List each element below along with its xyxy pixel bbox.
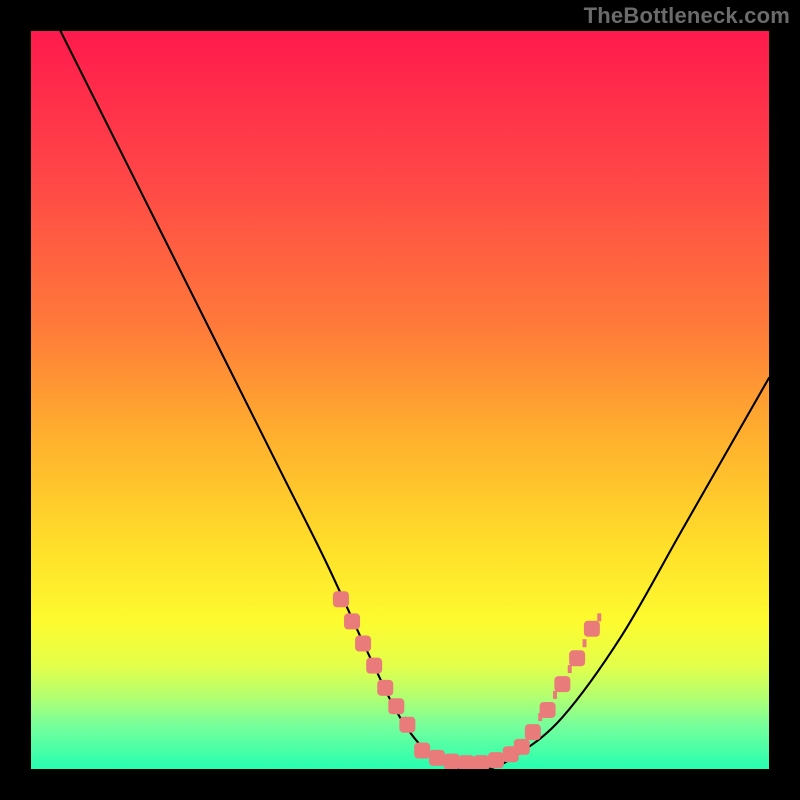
tick-right-ticks xyxy=(553,691,557,699)
tick-right-ticks xyxy=(597,613,601,621)
gradient-background xyxy=(31,31,769,769)
tick-right-ticks xyxy=(568,665,572,673)
marker-left-markers xyxy=(388,698,404,714)
plot-area xyxy=(31,31,769,769)
watermark-text: TheBottleneck.com xyxy=(584,3,790,29)
marker-right-markers xyxy=(525,724,541,740)
marker-bottom-markers xyxy=(514,739,530,755)
marker-bottom-markers xyxy=(488,752,504,768)
marker-left-markers xyxy=(366,658,382,674)
marker-right-markers xyxy=(569,650,585,666)
marker-left-markers xyxy=(355,636,371,652)
plot-svg xyxy=(31,31,769,769)
marker-right-markers xyxy=(554,676,570,692)
marker-bottom-markers xyxy=(473,755,489,769)
tick-right-ticks xyxy=(583,639,587,647)
marker-bottom-markers xyxy=(458,755,474,769)
marker-right-markers xyxy=(584,621,600,637)
marker-bottom-markers xyxy=(429,750,445,766)
marker-left-markers xyxy=(399,717,415,733)
marker-left-markers xyxy=(377,680,393,696)
tick-right-ticks xyxy=(538,713,542,721)
chart-frame: TheBottleneck.com xyxy=(0,0,800,800)
marker-bottom-markers xyxy=(414,743,430,759)
marker-bottom-markers xyxy=(444,754,460,769)
marker-left-markers xyxy=(333,591,349,607)
marker-left-markers xyxy=(344,613,360,629)
